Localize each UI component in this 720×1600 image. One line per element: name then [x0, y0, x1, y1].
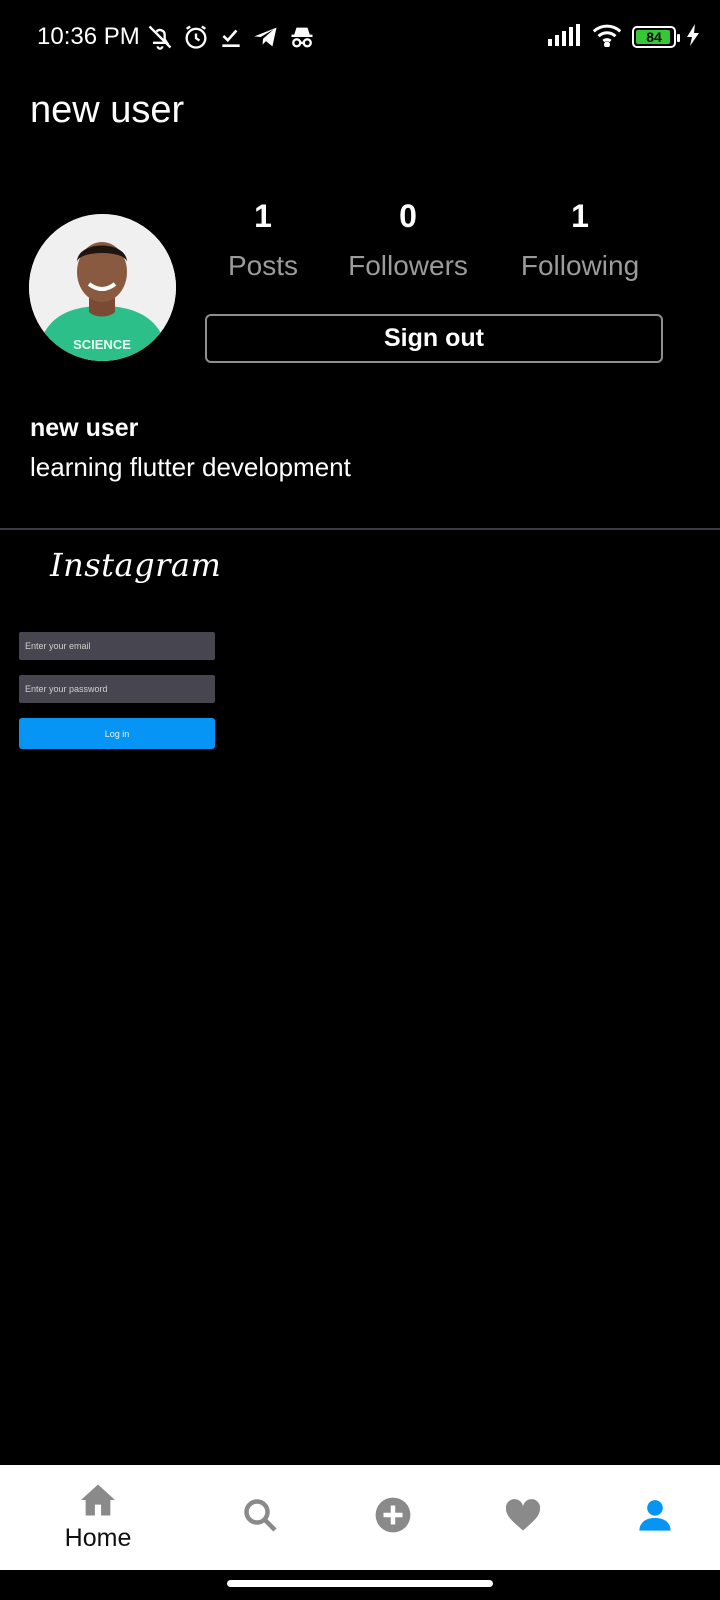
person-icon — [638, 1498, 672, 1537]
following-label: Following — [520, 250, 640, 281]
email-field[interactable]: Enter your email — [19, 632, 215, 660]
incognito-icon — [288, 23, 316, 51]
password-field[interactable]: Enter your password — [19, 675, 215, 703]
battery-level: 84 — [646, 29, 662, 45]
alarm-icon — [182, 23, 210, 51]
bio-text: learning flutter development — [30, 452, 351, 482]
login-button[interactable]: Log in — [19, 718, 215, 749]
add-circle-icon — [374, 1496, 412, 1539]
search-icon — [242, 1497, 278, 1538]
followers-label: Followers — [348, 250, 468, 281]
instagram-logo: Instagram — [50, 546, 222, 584]
gesture-bar — [0, 1570, 720, 1600]
nav-search[interactable] — [230, 1465, 290, 1570]
status-bar: 10:36 PM 84 — [0, 0, 720, 78]
followers-count: 0 — [399, 198, 417, 234]
sign-out-button[interactable]: Sign out — [205, 314, 663, 363]
bell-off-icon — [146, 23, 174, 51]
home-icon — [79, 1483, 117, 1522]
nav-home[interactable]: Home — [58, 1465, 138, 1570]
following-count: 1 — [571, 198, 589, 234]
avatar[interactable]: SCIENCE — [29, 214, 176, 361]
wifi-icon — [592, 23, 622, 52]
stat-posts[interactable]: 1 Posts — [208, 196, 318, 286]
stat-following[interactable]: 1 Following — [508, 196, 652, 286]
check-icon — [218, 24, 244, 50]
posts-label: Posts — [227, 250, 299, 281]
status-time: 10:36 PM — [37, 23, 140, 50]
heart-icon — [504, 1498, 542, 1537]
charging-icon — [686, 23, 700, 51]
signal-icon — [548, 23, 582, 51]
divider — [0, 528, 720, 530]
system-icons: 84 — [548, 22, 700, 52]
nav-add-post[interactable] — [363, 1465, 423, 1570]
profile-username-title: new user — [30, 89, 185, 131]
gesture-handle[interactable] — [227, 1580, 493, 1587]
nav-activity[interactable] — [493, 1465, 553, 1570]
stat-followers[interactable]: 0 Followers — [338, 196, 478, 286]
nav-profile[interactable] — [625, 1465, 685, 1570]
notification-icons — [146, 22, 316, 52]
telegram-icon — [252, 23, 280, 51]
bottom-nav: Home — [0, 1465, 720, 1570]
battery-icon: 84 — [632, 26, 680, 48]
posts-count: 1 — [254, 198, 272, 234]
bio-name: new user — [30, 414, 139, 442]
nav-home-label: Home — [64, 1523, 132, 1552]
svg-text:SCIENCE: SCIENCE — [73, 337, 131, 352]
